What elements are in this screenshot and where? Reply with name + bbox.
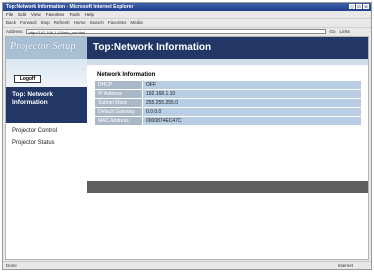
links-button[interactable]: Links [340, 29, 351, 34]
network-info-table: DHCP OFF IP Address 192.168.1.10 Subnet … [95, 81, 361, 126]
home-button[interactable]: Home [74, 20, 86, 25]
status-text: Done [6, 263, 17, 268]
refresh-button[interactable]: Refresh [54, 20, 70, 25]
address-label: Address [6, 29, 23, 34]
table-row: Subnet Mask 255.255.255.0 [95, 99, 361, 107]
forward-button[interactable]: Forward [20, 20, 37, 25]
table-row: Default Gateway 0.0.0.0 [95, 108, 361, 116]
mac-address-label: MAC Address [95, 117, 142, 125]
media-button[interactable]: Media [130, 20, 142, 25]
table-row: IP Address 192.168.1.10 [95, 90, 361, 98]
logo: Projector Setup [6, 37, 87, 59]
menu-file[interactable]: File [6, 11, 13, 18]
window-title: Top:Network Information - Microsoft Inte… [6, 4, 134, 10]
section-title: Network Information [97, 72, 156, 78]
dhcp-value: OFF [143, 81, 361, 89]
maximize-icon[interactable]: □ [356, 4, 362, 9]
close-icon[interactable]: × [363, 4, 369, 9]
main-content: Top:Network Information Network Informat… [87, 37, 368, 259]
page-title: Top:Network Information [93, 42, 212, 53]
ip-address-label: IP Address [95, 90, 142, 98]
logoff-button[interactable]: Logoff [14, 75, 41, 83]
menu-view[interactable]: View [31, 11, 41, 18]
menu-tools[interactable]: Tools [69, 11, 80, 18]
sidebar-item-label: Top: Network Information [12, 91, 54, 106]
subnet-mask-value: 255.255.255.0 [143, 99, 361, 107]
dhcp-label: DHCP [95, 81, 142, 89]
sidebar-item-network-information[interactable]: Top: Network Information [6, 87, 87, 123]
default-gateway-value: 0.0.0.0 [143, 108, 361, 116]
browser-window: Top:Network Information - Microsoft Inte… [2, 2, 372, 270]
toolbar: Back Forward Stop Refresh Home Search Fa… [3, 18, 371, 26]
menu-bar: File Edit View Favorites Tools Help [3, 11, 371, 18]
mac-address-value: 0000874EC47C [143, 117, 361, 125]
logo-text: Projector Setup [10, 41, 76, 52]
go-button[interactable]: Go [330, 29, 336, 34]
zone-indicator: Internet [337, 263, 353, 268]
table-row: MAC Address 0000874EC47C [95, 117, 361, 125]
ip-address-value: 192.168.1.10 [143, 90, 361, 98]
window-controls: _ □ × [349, 4, 369, 9]
menu-help[interactable]: Help [85, 11, 94, 18]
menu-edit[interactable]: Edit [18, 11, 26, 18]
sidebar-item-projector-control[interactable]: Projector Control [12, 128, 57, 134]
default-gateway-label: Default Gateway [95, 108, 142, 116]
address-bar: Address http://192.168.1.10/info_nw.html… [3, 27, 371, 35]
title-bar: Top:Network Information - Microsoft Inte… [3, 3, 371, 11]
page-viewport: Projector Setup Logoff Top: Network Info… [5, 36, 369, 260]
footer-bar [87, 181, 368, 193]
search-button[interactable]: Search [90, 20, 104, 25]
back-button[interactable]: Back [6, 20, 16, 25]
minimize-icon[interactable]: _ [349, 4, 355, 9]
page-header: Top:Network Information [87, 37, 368, 59]
header-strip [87, 59, 368, 65]
table-row: DHCP OFF [95, 81, 361, 89]
status-bar: Done Internet [3, 261, 371, 270]
menu-favorites[interactable]: Favorites [46, 11, 65, 18]
subnet-mask-label: Subnet Mask [95, 99, 142, 107]
sidebar-item-projector-status[interactable]: Projector Status [12, 140, 55, 146]
address-input[interactable]: http://192.168.1.10/info_nw.html [25, 29, 326, 35]
sidebar: Projector Setup Logoff Top: Network Info… [6, 37, 87, 259]
stop-button[interactable]: Stop [41, 20, 50, 25]
favorites-button[interactable]: Favorites [108, 20, 127, 25]
